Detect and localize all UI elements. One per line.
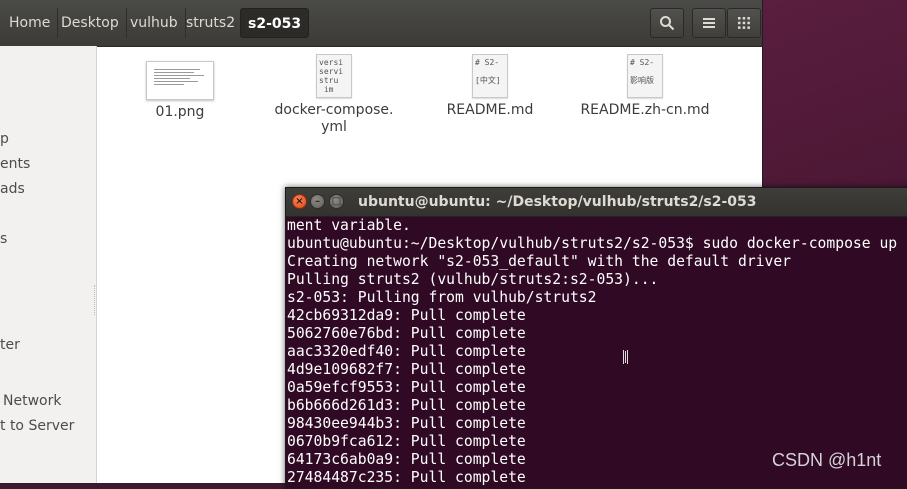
terminal-title: ubuntu@ubuntu: ~/Desktop/vulhub/struts2/… [358,194,757,210]
breadcrumb-home[interactable]: Home [0,8,59,38]
list-view-icon [703,18,715,28]
close-icon: × [295,196,304,207]
maximize-icon: □ [331,196,342,207]
breadcrumb-struts2[interactable]: struts2 [179,8,244,38]
terminal-line: 27484487c235: Pull complete [287,469,526,486]
file-docker-compose-yml[interactable]: versi servi stru im docker-compose. yml [271,54,397,136]
file-01-png[interactable]: 01.png [140,54,220,121]
close-button[interactable]: × [292,194,307,209]
terminal-line: ment variable. [287,217,411,234]
image-file-icon [146,61,214,100]
terminal-line: 0a59efcf9553: Pull complete [287,379,526,396]
minimize-button[interactable]: – [310,194,325,209]
breadcrumb-desktop[interactable]: Desktop [54,8,127,38]
terminal-line: 5062760e76bd: Pull complete [287,325,526,342]
maximize-button[interactable]: □ [329,194,344,209]
menu-button[interactable] [727,8,761,38]
mouse-cursor-icon [623,350,628,364]
sidebar-item-downloads[interactable]: ads [0,181,25,197]
sidebar-item-documents[interactable]: ents [0,156,30,172]
list-view-button[interactable] [692,8,726,38]
terminal-line: 42cb69312da9: Pull complete [287,307,526,324]
file-name: README.zh-cn.md [580,102,710,118]
sidebar-item-network[interactable]: Network [3,393,61,409]
terminal-window: × – □ ubuntu@ubuntu: ~/Desktop/vulhub/st… [285,187,907,489]
grid-menu-icon [738,17,750,29]
terminal-line: 0670b9fca612: Pull complete [287,433,526,450]
terminal-output[interactable]: ment variable. ubuntu@ubuntu:~/Desktop/vu… [287,217,907,488]
file-name: docker-compose. [274,102,394,118]
file-readme-zh-cn-md[interactable]: # S2- 影响版 README.zh-cn.md [578,54,712,119]
terminal-titlebar[interactable]: × – □ ubuntu@ubuntu: ~/Desktop/vulhub/st… [286,188,907,217]
terminal-line: b6b666d261d3: Pull complete [287,397,526,414]
text-file-icon: # S2- 影响版 [627,54,663,98]
sidebar-item-connect-to-server[interactable]: t to Server [0,418,74,434]
terminal-line: aac3320edf40: Pull complete [287,343,526,360]
file-name-line2: yml [321,119,347,135]
sidebar-resize-handle[interactable] [94,285,98,315]
breadcrumb-s2-053[interactable]: s2-053 [240,8,310,38]
sidebar: p ents ads s ter Network t to Server [0,46,97,483]
terminal-line: 4d9e109682f7: Pull complete [287,361,526,378]
file-name: README.md [446,102,534,118]
breadcrumb-vulhub[interactable]: vulhub [123,8,186,38]
terminal-line: 98430ee944b3: Pull complete [287,415,526,432]
search-icon [660,16,675,31]
sidebar-item-desktop[interactable]: p [0,131,9,147]
search-button[interactable] [650,8,684,38]
text-file-icon: versi servi stru im [316,54,352,98]
sidebar-item-videos[interactable]: s [0,231,7,247]
text-file-icon: # S2- [中文] [472,54,508,98]
watermark: CSDN @h1nt [772,450,882,470]
terminal-line: Creating network "s2-053_default" with t… [287,253,792,270]
sidebar-item-computer[interactable]: ter [0,337,20,353]
terminal-line: s2-053: Pulling from vulhub/struts2 [287,289,597,306]
minimize-icon: – [315,196,320,207]
file-readme-md[interactable]: # S2- [中文] README.md [440,54,540,119]
terminal-line: Pulling struts2 (vulhub/struts2:s2-053).… [287,271,659,288]
file-name: 01.png [155,104,205,120]
file-manager-header: Home Desktop vulhub struts2 s2-053 [0,0,762,47]
terminal-line: ubuntu@ubuntu:~/Desktop/vulhub/struts2/s… [287,235,907,252]
